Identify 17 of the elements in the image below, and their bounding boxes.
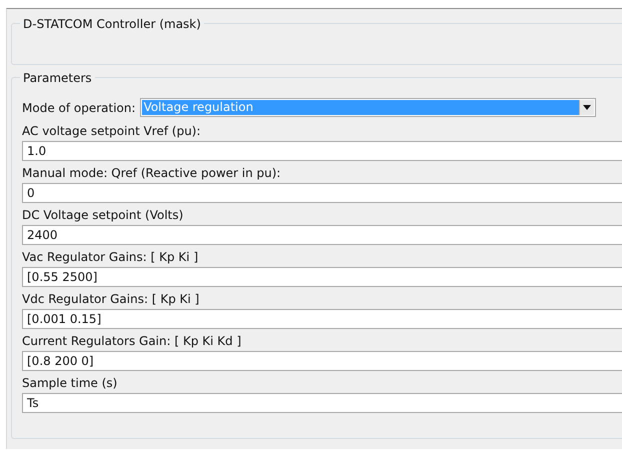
- field-label: AC voltage setpoint Vref (pu):: [22, 123, 201, 139]
- input-field[interactable]: [0.55 2500]: [22, 267, 622, 287]
- group-title: D-STATCOM Controller (mask): [20, 16, 204, 32]
- field-label: Vdc Regulator Gains: [ Kp Ki ]: [22, 291, 200, 307]
- input-field[interactable]: [0.8 200 0]: [22, 351, 622, 371]
- field-label: Sample time (s): [22, 375, 118, 391]
- input-field[interactable]: 2400: [22, 225, 622, 245]
- input-field[interactable]: 1.0: [22, 141, 622, 161]
- input-field[interactable]: [0.001 0.15]: [22, 309, 622, 329]
- field-label: Vac Regulator Gains: [ Kp Ki ]: [22, 249, 198, 265]
- dropdown-label: Mode of operation:: [22, 100, 136, 116]
- caret-icon[interactable]: [578, 100, 594, 115]
- field-label: Current Regulators Gain: [ Kp Ki Kd ]: [22, 333, 242, 349]
- input-field[interactable]: Ts: [22, 393, 622, 413]
- input-field[interactable]: 0: [22, 183, 622, 203]
- field-label: Manual mode: Qref (Reactive power in pu):: [22, 165, 281, 181]
- field-label: DC Voltage setpoint (Volts): [22, 207, 184, 223]
